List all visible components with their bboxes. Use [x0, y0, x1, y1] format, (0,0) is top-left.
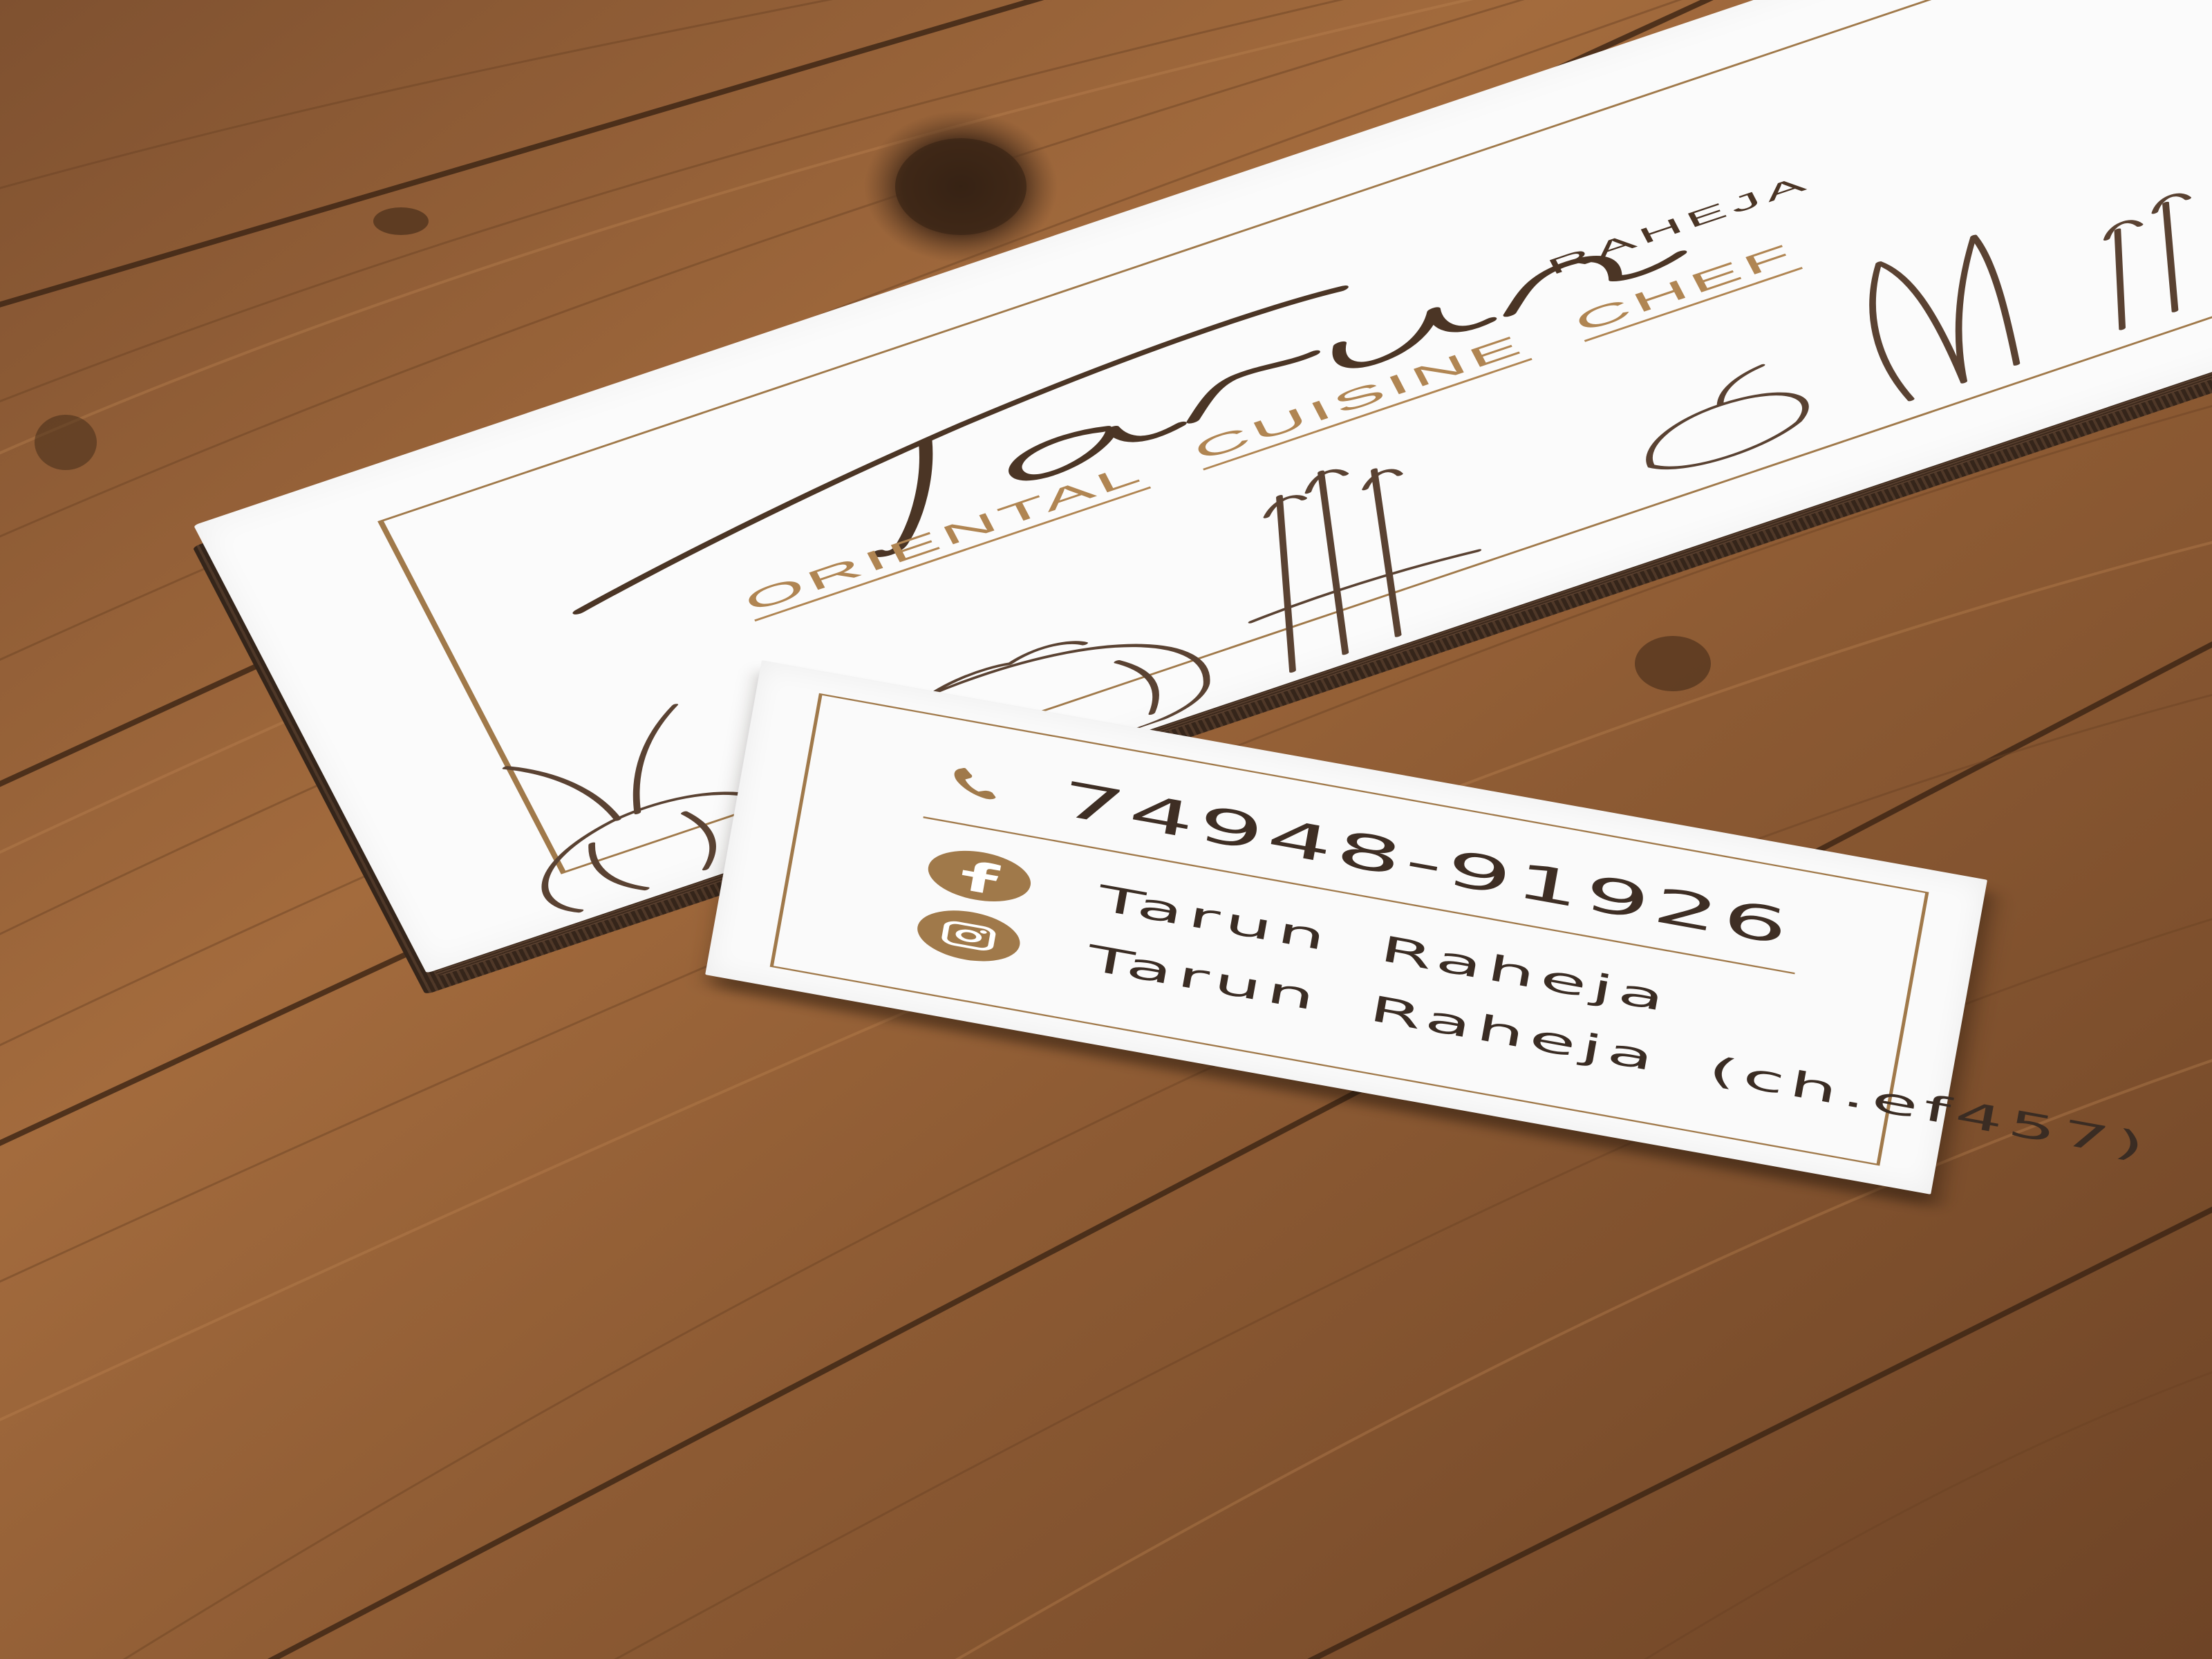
asparagus-sketch-right — [2103, 193, 2192, 330]
business-card-photo: RAHEJA ORIENTAL CUISINE CHEF 74948-91926… — [0, 0, 2212, 1659]
phone-handset-icon — [954, 767, 996, 800]
chili-sketch — [1646, 364, 1809, 470]
leek-sketch — [1869, 234, 2021, 402]
